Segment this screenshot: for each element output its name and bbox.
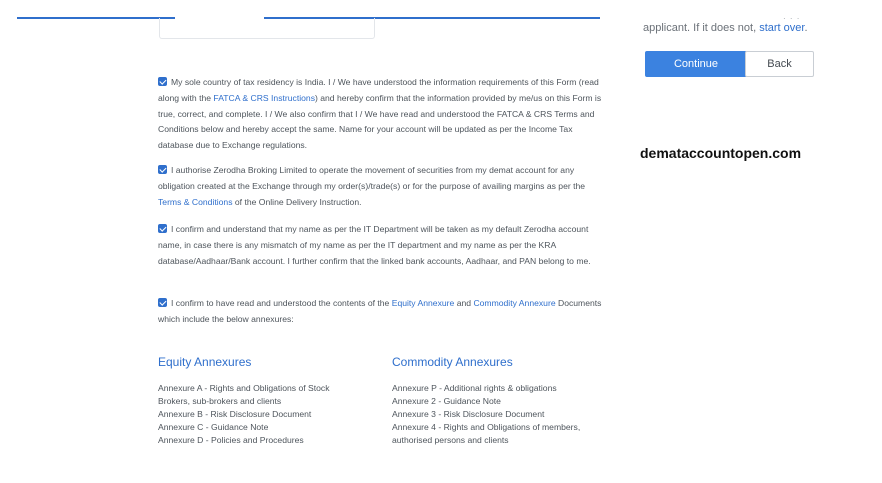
equity-annexures-heading: Equity Annexures — [158, 355, 252, 369]
list-item: Annexure B - Risk Disclosure Document — [158, 409, 312, 419]
checkbox-fatca[interactable] — [158, 77, 167, 86]
consent-annexure-text-2: and — [454, 298, 474, 308]
start-over-link[interactable]: start over — [759, 22, 804, 34]
consent-ddpi-text-1: I authorise Zerodha Broking Limited to o… — [158, 165, 586, 191]
continue-button[interactable]: Continue — [645, 51, 747, 77]
checkbox-name[interactable] — [158, 224, 167, 233]
side-note-period: . — [804, 22, 808, 34]
checkbox-annexure[interactable] — [158, 298, 167, 307]
commodity-annexures-list: Annexure P - Additional rights & obligat… — [392, 382, 580, 447]
list-item: Annexure D - Policies and Procedures — [158, 435, 304, 445]
list-item: Annexure 2 - Guidance Note — [392, 396, 501, 406]
consent-name: I confirm and understand that my name as… — [158, 222, 610, 269]
consent-ddpi: I authorise Zerodha Broking Limited to o… — [158, 163, 610, 210]
consent-annexure-text-1: I confirm to have read and understood th… — [171, 298, 392, 308]
side-note: · · · applicant. If it does not, start o… — [643, 14, 808, 34]
equity-annexure-link[interactable]: Equity Annexure — [392, 298, 455, 308]
back-button[interactable]: Back — [745, 51, 814, 77]
list-item: Annexure C - Guidance Note — [158, 422, 269, 432]
consent-ddpi-text-2: of the Online Delivery Instruction. — [232, 196, 362, 207]
fatca-instructions-link[interactable]: FATCA & CRS Instructions — [213, 93, 315, 103]
list-item: Annexure A - Rights and Obligations of S… — [158, 383, 330, 393]
commodity-annexures-heading: Commodity Annexures — [392, 355, 513, 369]
terms-conditions-link[interactable]: Terms & Conditions — [158, 197, 233, 207]
side-note-text: applicant. If it does not, — [643, 22, 760, 34]
side-note-partial: · · · — [783, 14, 801, 23]
list-item: Annexure P - Additional rights & obligat… — [392, 383, 557, 393]
checkbox-ddpi[interactable] — [158, 165, 167, 174]
commodity-annexure-link[interactable]: Commodity Annexure — [473, 298, 555, 308]
list-item: authorised persons and clients — [392, 435, 509, 445]
list-item: Brokers, sub-brokers and clients — [158, 396, 282, 406]
list-item: Annexure 4 - Rights and Obligations of m… — [392, 422, 581, 432]
previous-field-box — [159, 18, 375, 39]
top-border-left — [17, 17, 175, 19]
consent-name-text: I confirm and understand that my name as… — [158, 224, 591, 266]
list-item: Annexure 3 - Risk Disclosure Document — [392, 409, 545, 419]
equity-annexures-list: Annexure A - Rights and Obligations of S… — [158, 382, 330, 447]
consent-annexure: I confirm to have read and understood th… — [158, 296, 610, 328]
consent-fatca: My sole country of tax residency is Indi… — [158, 75, 610, 154]
watermark-text: demataccountopen.com — [640, 145, 802, 161]
